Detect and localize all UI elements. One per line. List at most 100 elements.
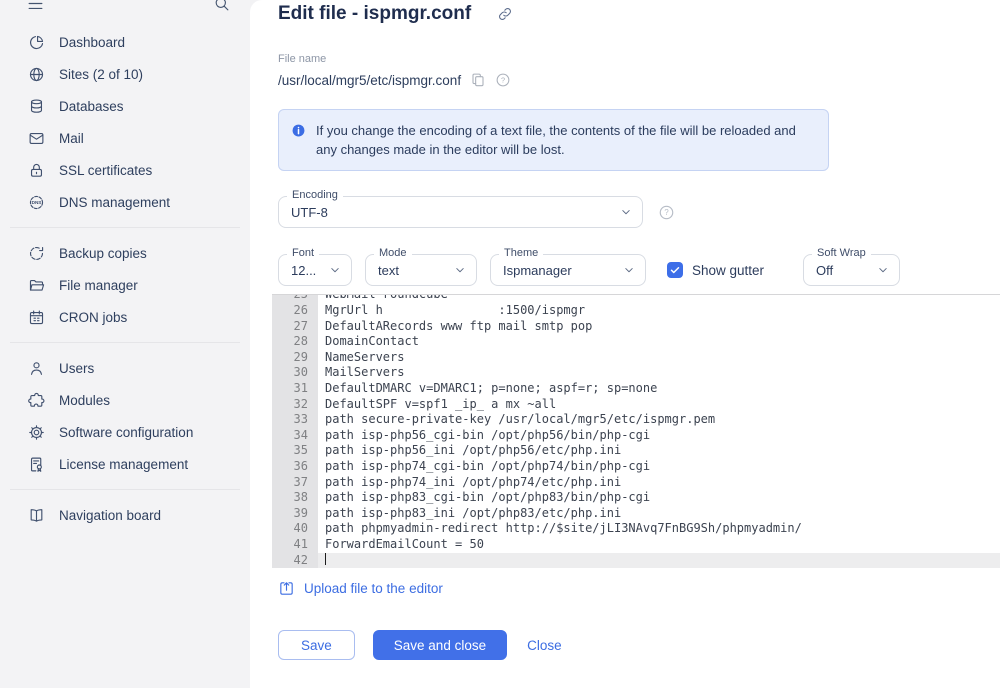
app: DashboardSites (2 of 10)Databases Mail SSL…	[0, 0, 1000, 688]
sidebar-item-label: File manager	[59, 278, 138, 293]
search-icon[interactable]	[213, 0, 230, 12]
show-gutter-control[interactable]: Show gutter	[667, 262, 764, 278]
sidebar-item-label: Mail	[59, 131, 84, 146]
encoding-select[interactable]: Encoding UTF-8	[278, 196, 643, 228]
button-row: Save Save and close Close	[278, 630, 1000, 660]
folder-icon	[28, 277, 45, 294]
sidebar-item-software-configuration[interactable]: Software configuration	[0, 416, 250, 448]
line-number: 34	[272, 428, 318, 444]
soft-wrap-select[interactable]: Soft Wrap Off	[803, 254, 900, 286]
encoding-help-icon[interactable]	[658, 204, 675, 221]
editor-line-41[interactable]: 41ForwardEmailCount = 50	[272, 537, 1000, 553]
line-number: 25	[272, 294, 318, 303]
soft-wrap-label: Soft Wrap	[812, 247, 871, 259]
sidebar-item-cron-jobs[interactable]: CRON jobs	[0, 301, 250, 333]
save-button[interactable]: Save	[278, 630, 355, 660]
editor-line-25[interactable]: 25WebMail roundcube	[272, 294, 1000, 303]
theme-select[interactable]: Theme Ispmanager	[490, 254, 646, 286]
line-number: 32	[272, 397, 318, 413]
sidebar-item-label: DNS management	[59, 195, 170, 210]
mode-label: Mode	[374, 247, 412, 259]
user-icon	[28, 360, 45, 377]
sidebar-item-ssl-certificates[interactable]: SSL certificates	[0, 154, 250, 186]
show-gutter-checkbox[interactable]	[667, 262, 683, 278]
save-and-close-button[interactable]: Save and close	[373, 630, 507, 660]
editor-line-28[interactable]: 28DomainContact	[272, 334, 1000, 350]
text-cursor	[325, 553, 326, 565]
upload-file-label: Upload file to the editor	[304, 581, 443, 596]
line-number: 42	[272, 553, 318, 569]
sidebar-item-license-management[interactable]: License management	[0, 448, 250, 480]
code-editor[interactable]: 25WebMail roundcube26MgrUrl h :1500/ispm…	[272, 294, 1000, 568]
line-text: path isp-php74_ini /opt/php74/etc/php.in…	[318, 475, 1000, 491]
sidebar-item-file-manager[interactable]: File manager	[0, 269, 250, 301]
line-text: path isp-php83_ini /opt/php83/etc/php.in…	[318, 506, 1000, 522]
editor-line-35[interactable]: 35path isp-php56_ini /opt/php56/etc/php.…	[272, 443, 1000, 459]
line-text: path isp-php74_cgi-bin /opt/php74/bin/ph…	[318, 459, 1000, 475]
font-select[interactable]: Font 12...	[278, 254, 352, 286]
sidebar-item-databases[interactable]: Databases	[0, 90, 250, 122]
editor-line-36[interactable]: 36path isp-php74_cgi-bin /opt/php74/bin/…	[272, 459, 1000, 475]
editor-line-34[interactable]: 34path isp-php56_cgi-bin /opt/php56/bin/…	[272, 428, 1000, 444]
link-icon[interactable]	[497, 6, 513, 22]
editor-line-33[interactable]: 33path secure-private-key /usr/local/mgr…	[272, 412, 1000, 428]
line-number: 39	[272, 506, 318, 522]
editor-line-32[interactable]: 32DefaultSPF v=spf1 _ip_ a mx ~all	[272, 397, 1000, 413]
sidebar-item-dashboard[interactable]: Dashboard	[0, 26, 250, 58]
file-path: /usr/local/mgr5/etc/ispmgr.conf	[278, 73, 461, 88]
check-icon	[669, 264, 681, 276]
editor-line-37[interactable]: 37path isp-php74_ini /opt/php74/etc/php.…	[272, 475, 1000, 491]
editor-line-26[interactable]: 26MgrUrl h :1500/ispmgr	[272, 303, 1000, 319]
close-button[interactable]: Close	[525, 630, 564, 660]
sidebar-topbar	[0, 0, 250, 15]
sidebar-divider	[10, 342, 240, 343]
editor-line-38[interactable]: 38path isp-php83_cgi-bin /opt/php83/bin/…	[272, 490, 1000, 506]
menu-icon[interactable]	[27, 0, 44, 12]
mode-select[interactable]: Mode text	[365, 254, 477, 286]
globe-icon	[28, 66, 45, 83]
chevron-down-icon	[622, 263, 636, 277]
sidebar-item-backup-copies[interactable]: Backup copies	[0, 237, 250, 269]
file-name-label: File name	[278, 53, 1000, 65]
editor-line-27[interactable]: 27DefaultARecords www ftp mail smtp pop	[272, 319, 1000, 335]
sidebar-item-sites-2-of-10[interactable]: Sites (2 of 10)	[0, 58, 250, 90]
upload-file-link[interactable]: Upload file to the editor	[278, 580, 443, 597]
encoding-label: Encoding	[287, 189, 343, 201]
sidebar-item-label: SSL certificates	[59, 163, 152, 178]
book-icon	[28, 507, 45, 524]
line-number: 40	[272, 521, 318, 537]
line-number: 33	[272, 412, 318, 428]
sidebar-item-users[interactable]: Users	[0, 352, 250, 384]
line-text: DefaultDMARC v=DMARC1; p=none; aspf=r; s…	[318, 381, 1000, 397]
font-value: 12...	[291, 263, 328, 278]
editor-line-29[interactable]: 29NameServers	[272, 350, 1000, 366]
editor-line-30[interactable]: 30MailServers	[272, 365, 1000, 381]
mode-value: text	[378, 263, 453, 278]
theme-value: Ispmanager	[503, 263, 622, 278]
help-icon[interactable]	[495, 72, 511, 88]
license-icon	[28, 456, 45, 473]
sidebar-item-dns-management[interactable]: DNS management	[0, 186, 250, 218]
sidebar-item-mail[interactable]: Mail	[0, 122, 250, 154]
line-text: NameServers	[318, 350, 1000, 366]
editor-line-39[interactable]: 39path isp-php83_ini /opt/php83/etc/php.…	[272, 506, 1000, 522]
line-text	[318, 553, 1000, 569]
line-text: WebMail roundcube	[318, 294, 1000, 303]
editor-line-42[interactable]: 42	[272, 553, 1000, 569]
editor-line-31[interactable]: 31DefaultDMARC v=DMARC1; p=none; aspf=r;…	[272, 381, 1000, 397]
line-number: 38	[272, 490, 318, 506]
line-number: 30	[272, 365, 318, 381]
sidebar-item-modules[interactable]: Modules	[0, 384, 250, 416]
editor-line-40[interactable]: 40path phpmyadmin-redirect http://$site/…	[272, 521, 1000, 537]
line-text: MailServers	[318, 365, 1000, 381]
mail-icon	[28, 130, 45, 147]
lock-icon	[28, 162, 45, 179]
sidebar-item-navigation-board[interactable]: Navigation board	[0, 499, 250, 531]
line-text: DefaultSPF v=spf1 _ip_ a mx ~all	[318, 397, 1000, 413]
line-number: 28	[272, 334, 318, 350]
sidebar-item-label: Backup copies	[59, 246, 147, 261]
encoding-row: Encoding UTF-8	[278, 196, 1000, 228]
refresh-icon	[28, 245, 45, 262]
line-text: DefaultARecords www ftp mail smtp pop	[318, 319, 1000, 335]
copy-icon[interactable]	[470, 72, 486, 88]
